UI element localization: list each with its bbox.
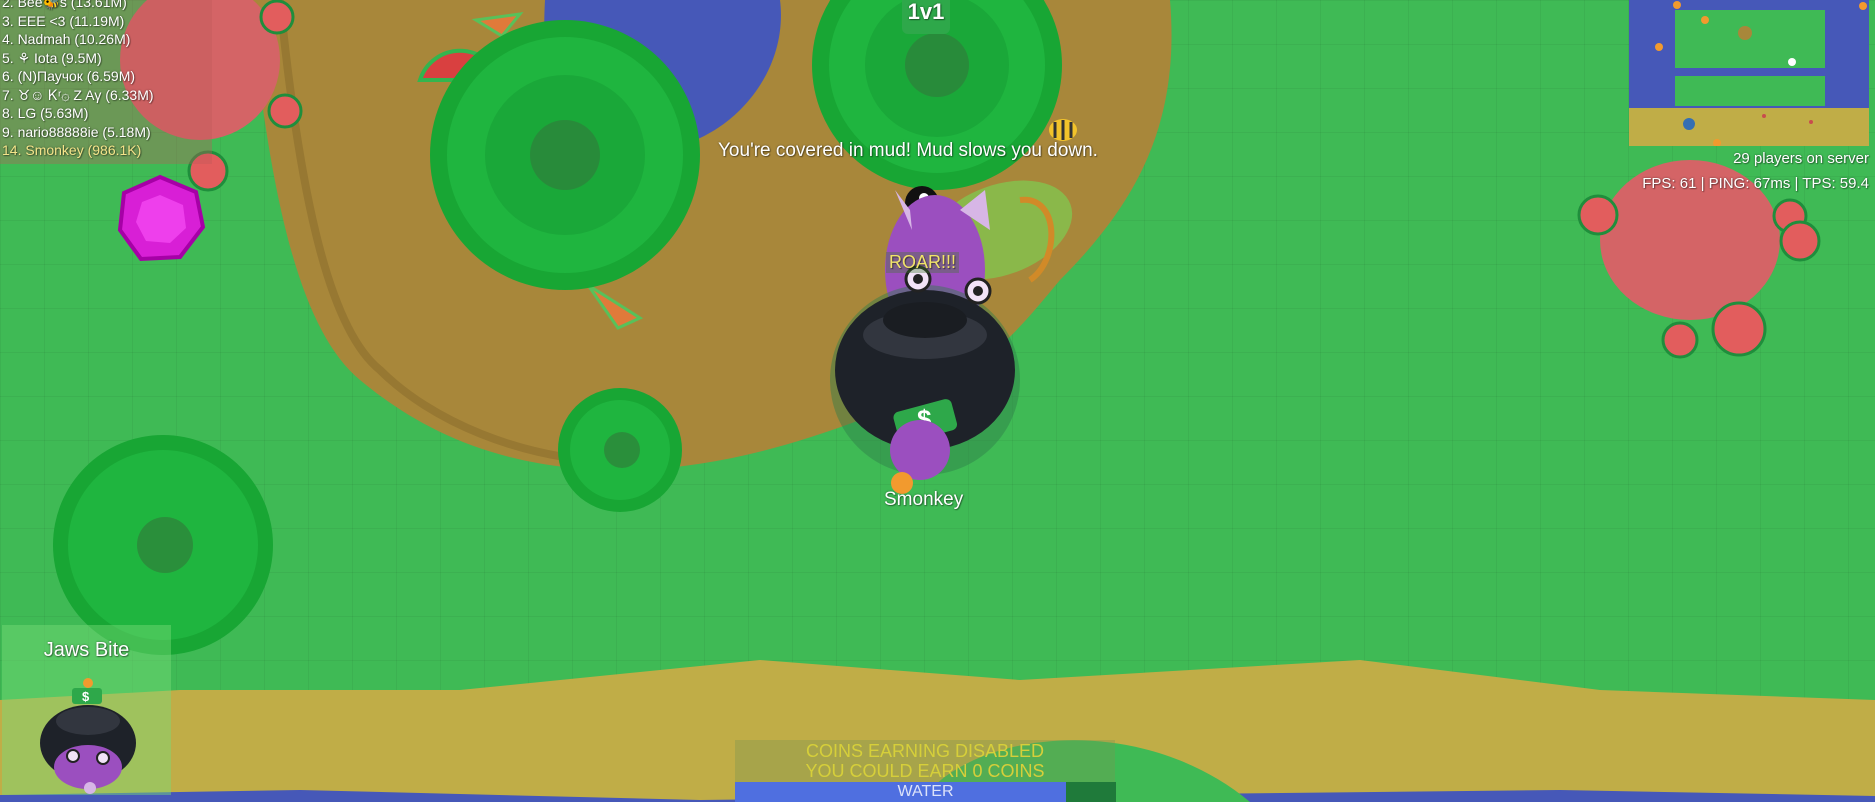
ability-icon: $ (40, 678, 136, 794)
leaderboard-row: 8. LG (5.63M) (2, 105, 89, 121)
player-shout: ROAR!!! (886, 252, 960, 273)
game-world: $ (0, 0, 1875, 802)
leaderboard-row: 4. Nadmah (10.26M) (2, 31, 131, 47)
coins-earn-text: YOU COULD EARN 0 COINS (805, 761, 1045, 781)
tree-small (558, 388, 682, 512)
water-meter-label: WATER (897, 783, 954, 800)
leaderboard-row-self: 14. Smonkey (986.1K) (2, 142, 142, 158)
leaderboard: 2. Bee🐝s (13.61M) 3. EEE <3 (11.19M) 4. … (0, 0, 212, 164)
leaderboard-row: 9. nario88888ie (5.18M) (2, 124, 151, 140)
leaderboard-row: 6. (N)Паучок (6.59M) (2, 68, 136, 84)
minimap-canvas (1629, 0, 1869, 146)
minimap[interactable] (1629, 0, 1869, 146)
coins-disabled-text: COINS EARNING DISABLED (805, 741, 1045, 761)
perf-stats: FPS: 61 | PING: 67ms | TPS: 59.4 (1642, 175, 1869, 192)
tree-large (430, 20, 700, 290)
water-meter: WATER (735, 782, 1116, 802)
players-count: 29 players on server (1733, 150, 1869, 167)
status-message: You're covered in mud! Mud slows you dow… (718, 140, 1098, 161)
leaderboard-row: 5. ⚘ Iota (9.5M) (2, 50, 102, 66)
leaderboard-row: 3. EEE <3 (11.19M) (2, 13, 125, 29)
game-viewport[interactable]: $ 2. Bee🐝s (13.61M) 3. EEE <3 (11.19M) 4… (0, 0, 1875, 802)
ability-button[interactable]: Jaws Bite $ (2, 625, 171, 795)
mode-badge-1v1[interactable]: 1v1 (902, 0, 950, 34)
coins-panel: COINS EARNING DISABLED YOU COULD EARN 0 … (735, 740, 1115, 782)
player-name-tag: Smonkey (884, 489, 964, 510)
leaderboard-row: 2. Bee🐝s (13.61M) (2, 0, 127, 10)
bee-creature (1049, 119, 1077, 141)
svg-text:$: $ (82, 689, 90, 704)
leaderboard-row: 7. ♉☺ Ꮶʳ۞ Z Aγ (6.33M) (2, 87, 154, 103)
tree-left (53, 435, 273, 655)
